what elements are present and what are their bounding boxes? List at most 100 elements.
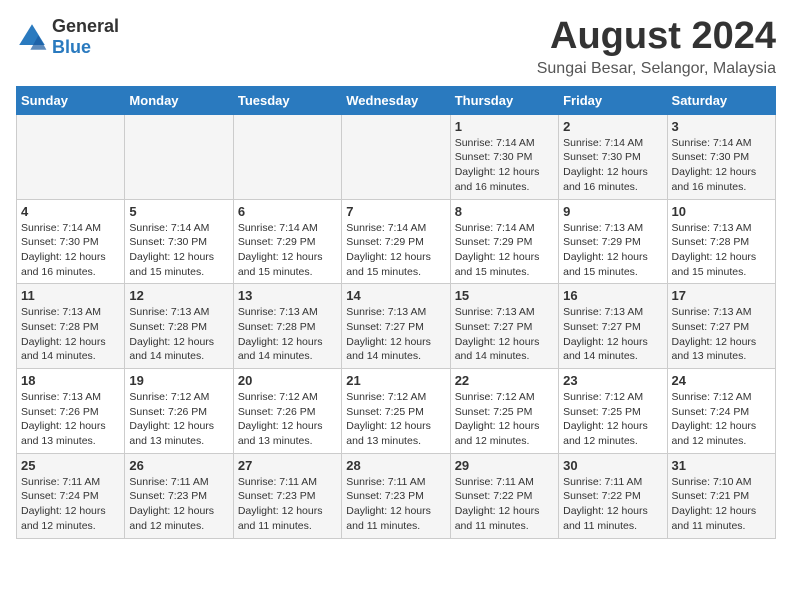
day-info: Sunrise: 7:14 AM Sunset: 7:30 PM Dayligh…: [21, 221, 120, 280]
header: General Blue August 2024 Sungai Besar, S…: [16, 16, 776, 78]
day-number: 27: [238, 458, 337, 473]
day-info: Sunrise: 7:12 AM Sunset: 7:26 PM Dayligh…: [238, 390, 337, 449]
day-info: Sunrise: 7:13 AM Sunset: 7:27 PM Dayligh…: [346, 305, 445, 364]
logo: General Blue: [16, 16, 119, 58]
day-cell: [342, 114, 450, 199]
weekday-header-monday: Monday: [125, 86, 233, 114]
day-info: Sunrise: 7:12 AM Sunset: 7:24 PM Dayligh…: [672, 390, 771, 449]
weekday-header-friday: Friday: [559, 86, 667, 114]
day-cell: 22Sunrise: 7:12 AM Sunset: 7:25 PM Dayli…: [450, 369, 558, 454]
day-info: Sunrise: 7:14 AM Sunset: 7:30 PM Dayligh…: [563, 136, 662, 195]
day-cell: 9Sunrise: 7:13 AM Sunset: 7:29 PM Daylig…: [559, 199, 667, 284]
day-info: Sunrise: 7:13 AM Sunset: 7:28 PM Dayligh…: [129, 305, 228, 364]
day-info: Sunrise: 7:14 AM Sunset: 7:30 PM Dayligh…: [672, 136, 771, 195]
weekday-header-thursday: Thursday: [450, 86, 558, 114]
day-number: 9: [563, 204, 662, 219]
day-cell: 21 Sunrise: 7:12 AM Sunset: 7:25 PM Dayli…: [342, 369, 450, 454]
day-info: Sunrise: 7:14 AM Sunset: 7:30 PM Dayligh…: [129, 221, 228, 280]
day-cell: 2 Sunrise: 7:14 AM Sunset: 7:30 PM Daylig…: [559, 114, 667, 199]
week-row-4: 18 Sunrise: 7:13 AM Sunset: 7:26 PM Dayli…: [17, 369, 776, 454]
day-cell: 12 Sunrise: 7:13 AM Sunset: 7:28 PM Dayli…: [125, 284, 233, 369]
day-info: Sunrise: 7:11 AM Sunset: 7:23 PM Dayligh…: [346, 475, 445, 534]
day-cell: [233, 114, 341, 199]
day-number: 17: [672, 288, 771, 303]
day-number: 13: [238, 288, 337, 303]
day-info: Sunrise: 7:11 AM Sunset: 7:23 PM Dayligh…: [129, 475, 228, 534]
day-number: 12: [129, 288, 228, 303]
day-number: 31: [672, 458, 771, 473]
week-row-1: 1 Sunrise: 7:14 AM Sunset: 7:30 PM Daylig…: [17, 114, 776, 199]
day-number: 7: [346, 204, 445, 219]
subtitle: Sungai Besar, Selangor, Malaysia: [537, 60, 776, 78]
day-cell: 26Sunrise: 7:11 AM Sunset: 7:23 PM Dayli…: [125, 453, 233, 538]
day-info: Sunrise: 7:11 AM Sunset: 7:22 PM Dayligh…: [563, 475, 662, 534]
day-info: Sunrise: 7:14 AM Sunset: 7:30 PM Dayligh…: [455, 136, 554, 195]
day-info: Sunrise: 7:13 AM Sunset: 7:28 PM Dayligh…: [238, 305, 337, 364]
weekday-header-sunday: Sunday: [17, 86, 125, 114]
day-number: 21: [346, 373, 445, 388]
day-number: 6: [238, 204, 337, 219]
day-number: 23: [563, 373, 662, 388]
day-info: Sunrise: 7:14 AM Sunset: 7:29 PM Dayligh…: [346, 221, 445, 280]
day-cell: [125, 114, 233, 199]
day-cell: 14 Sunrise: 7:13 AM Sunset: 7:27 PM Dayli…: [342, 284, 450, 369]
day-info: Sunrise: 7:12 AM Sunset: 7:25 PM Dayligh…: [455, 390, 554, 449]
day-cell: 24 Sunrise: 7:12 AM Sunset: 7:24 PM Dayli…: [667, 369, 775, 454]
day-info: Sunrise: 7:11 AM Sunset: 7:23 PM Dayligh…: [238, 475, 337, 534]
day-number: 4: [21, 204, 120, 219]
calendar-table: SundayMondayTuesdayWednesdayThursdayFrid…: [16, 86, 776, 539]
day-info: Sunrise: 7:12 AM Sunset: 7:25 PM Dayligh…: [346, 390, 445, 449]
weekday-header-row: SundayMondayTuesdayWednesdayThursdayFrid…: [17, 86, 776, 114]
day-number: 2: [563, 119, 662, 134]
day-cell: 18 Sunrise: 7:13 AM Sunset: 7:26 PM Dayli…: [17, 369, 125, 454]
day-number: 29: [455, 458, 554, 473]
weekday-header-tuesday: Tuesday: [233, 86, 341, 114]
day-cell: 20Sunrise: 7:12 AM Sunset: 7:26 PM Dayli…: [233, 369, 341, 454]
weekday-header-saturday: Saturday: [667, 86, 775, 114]
day-cell: 1 Sunrise: 7:14 AM Sunset: 7:30 PM Daylig…: [450, 114, 558, 199]
day-cell: 19 Sunrise: 7:12 AM Sunset: 7:26 PM Dayli…: [125, 369, 233, 454]
day-info: Sunrise: 7:11 AM Sunset: 7:24 PM Dayligh…: [21, 475, 120, 534]
day-info: Sunrise: 7:12 AM Sunset: 7:26 PM Dayligh…: [129, 390, 228, 449]
day-cell: 28 Sunrise: 7:11 AM Sunset: 7:23 PM Dayli…: [342, 453, 450, 538]
day-number: 24: [672, 373, 771, 388]
day-info: Sunrise: 7:13 AM Sunset: 7:27 PM Dayligh…: [563, 305, 662, 364]
day-info: Sunrise: 7:13 AM Sunset: 7:26 PM Dayligh…: [21, 390, 120, 449]
day-number: 1: [455, 119, 554, 134]
day-number: 14: [346, 288, 445, 303]
day-info: Sunrise: 7:14 AM Sunset: 7:29 PM Dayligh…: [455, 221, 554, 280]
day-number: 19: [129, 373, 228, 388]
day-cell: 30 Sunrise: 7:11 AM Sunset: 7:22 PM Dayli…: [559, 453, 667, 538]
logo-text: General Blue: [52, 16, 119, 58]
week-row-3: 11 Sunrise: 7:13 AM Sunset: 7:28 PM Dayli…: [17, 284, 776, 369]
day-info: Sunrise: 7:11 AM Sunset: 7:22 PM Dayligh…: [455, 475, 554, 534]
day-cell: 3Sunrise: 7:14 AM Sunset: 7:30 PM Daylig…: [667, 114, 775, 199]
day-cell: 6Sunrise: 7:14 AM Sunset: 7:29 PM Daylig…: [233, 199, 341, 284]
day-info: Sunrise: 7:12 AM Sunset: 7:25 PM Dayligh…: [563, 390, 662, 449]
week-row-5: 25Sunrise: 7:11 AM Sunset: 7:24 PM Dayli…: [17, 453, 776, 538]
day-cell: 4 Sunrise: 7:14 AM Sunset: 7:30 PM Daylig…: [17, 199, 125, 284]
day-info: Sunrise: 7:13 AM Sunset: 7:27 PM Dayligh…: [672, 305, 771, 364]
day-number: 28: [346, 458, 445, 473]
day-info: Sunrise: 7:13 AM Sunset: 7:28 PM Dayligh…: [21, 305, 120, 364]
day-cell: 17 Sunrise: 7:13 AM Sunset: 7:27 PM Dayli…: [667, 284, 775, 369]
day-cell: [17, 114, 125, 199]
day-number: 8: [455, 204, 554, 219]
day-number: 15: [455, 288, 554, 303]
day-cell: 8 Sunrise: 7:14 AM Sunset: 7:29 PM Daylig…: [450, 199, 558, 284]
day-cell: 10 Sunrise: 7:13 AM Sunset: 7:28 PM Dayli…: [667, 199, 775, 284]
day-cell: 5Sunrise: 7:14 AM Sunset: 7:30 PM Daylig…: [125, 199, 233, 284]
weekday-header-wednesday: Wednesday: [342, 86, 450, 114]
day-cell: 25Sunrise: 7:11 AM Sunset: 7:24 PM Dayli…: [17, 453, 125, 538]
day-cell: 16Sunrise: 7:13 AM Sunset: 7:27 PM Dayli…: [559, 284, 667, 369]
day-number: 18: [21, 373, 120, 388]
day-number: 30: [563, 458, 662, 473]
main-title: August 2024: [537, 16, 776, 58]
day-number: 11: [21, 288, 120, 303]
day-cell: 23 Sunrise: 7:12 AM Sunset: 7:25 PM Dayli…: [559, 369, 667, 454]
day-cell: 15Sunrise: 7:13 AM Sunset: 7:27 PM Dayli…: [450, 284, 558, 369]
day-number: 10: [672, 204, 771, 219]
day-cell: 27 Sunrise: 7:11 AM Sunset: 7:23 PM Dayli…: [233, 453, 341, 538]
day-cell: 31Sunrise: 7:10 AM Sunset: 7:21 PM Dayli…: [667, 453, 775, 538]
day-info: Sunrise: 7:13 AM Sunset: 7:28 PM Dayligh…: [672, 221, 771, 280]
